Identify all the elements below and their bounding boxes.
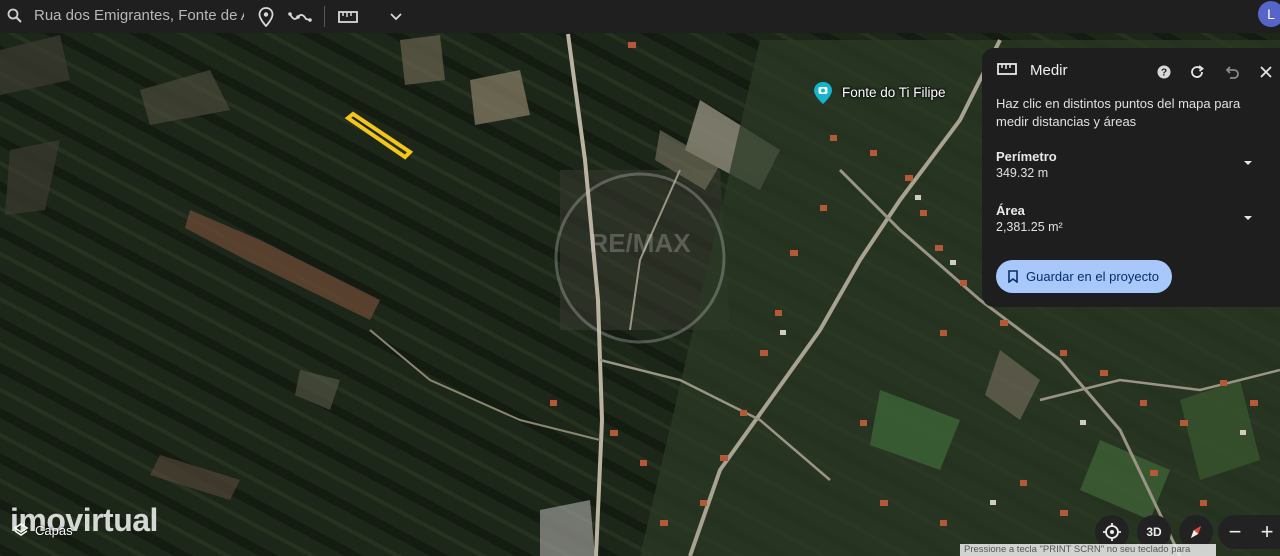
undo-icon[interactable] xyxy=(1222,62,1242,82)
chevron-down-icon[interactable] xyxy=(383,4,409,30)
measure-panel: Medir ? Haz clic en distintos puntos del… xyxy=(982,48,1280,307)
zoom-out-button[interactable]: − xyxy=(1220,515,1250,549)
search-input[interactable]: Rua dos Emigrantes, Fonte de Ang xyxy=(34,7,244,24)
layers-label: Capas xyxy=(35,522,73,538)
watermark-text: RE/MAX xyxy=(589,228,691,258)
ruler-icon xyxy=(997,63,1017,75)
search-icon[interactable] xyxy=(6,7,24,25)
chevron-down-icon[interactable] xyxy=(1241,156,1255,170)
perimeter-value: 349.32 m xyxy=(996,166,1049,180)
compass-icon xyxy=(1190,525,1202,539)
pin-icon[interactable] xyxy=(253,4,279,30)
top-toolbar: Rua dos Emigrantes, Fonte de Ang L xyxy=(0,0,1280,33)
save-button-label: Guardar en el proyecto xyxy=(1026,269,1159,284)
svg-text:?: ? xyxy=(1161,68,1167,79)
layers-button[interactable]: Capas xyxy=(13,522,73,538)
zoom-in-button[interactable]: + xyxy=(1252,515,1280,549)
perimeter-label: Perímetro xyxy=(996,149,1057,164)
remax-watermark: RE/MAX xyxy=(552,170,728,346)
locate-icon xyxy=(1103,523,1121,541)
help-icon[interactable]: ? xyxy=(1154,62,1174,82)
panel-title: Medir xyxy=(1030,62,1068,79)
close-icon[interactable] xyxy=(1256,62,1276,82)
poi-pin-icon[interactable] xyxy=(813,81,833,110)
zoom-controls: − + xyxy=(1218,515,1280,549)
reset-icon[interactable] xyxy=(1187,62,1207,82)
avatar[interactable]: L xyxy=(1258,1,1280,27)
bookmark-icon xyxy=(1008,270,1018,283)
area-value: 2,381.25 m² xyxy=(996,220,1063,234)
poi-label[interactable]: Fonte do Ti Filipe xyxy=(842,85,946,100)
toolbar-divider xyxy=(324,6,325,27)
print-screen-notice: Pressione a tecla "PRINT SCRN" no seu te… xyxy=(960,544,1216,556)
save-to-project-button[interactable]: Guardar en el proyecto xyxy=(996,260,1172,293)
layers-icon xyxy=(13,523,29,536)
path-icon[interactable] xyxy=(287,4,313,30)
chevron-down-icon[interactable] xyxy=(1241,211,1255,225)
panel-description: Haz clic en distintos puntos del mapa pa… xyxy=(996,96,1241,129)
ruler-icon[interactable] xyxy=(335,4,361,30)
area-label: Área xyxy=(996,203,1025,218)
